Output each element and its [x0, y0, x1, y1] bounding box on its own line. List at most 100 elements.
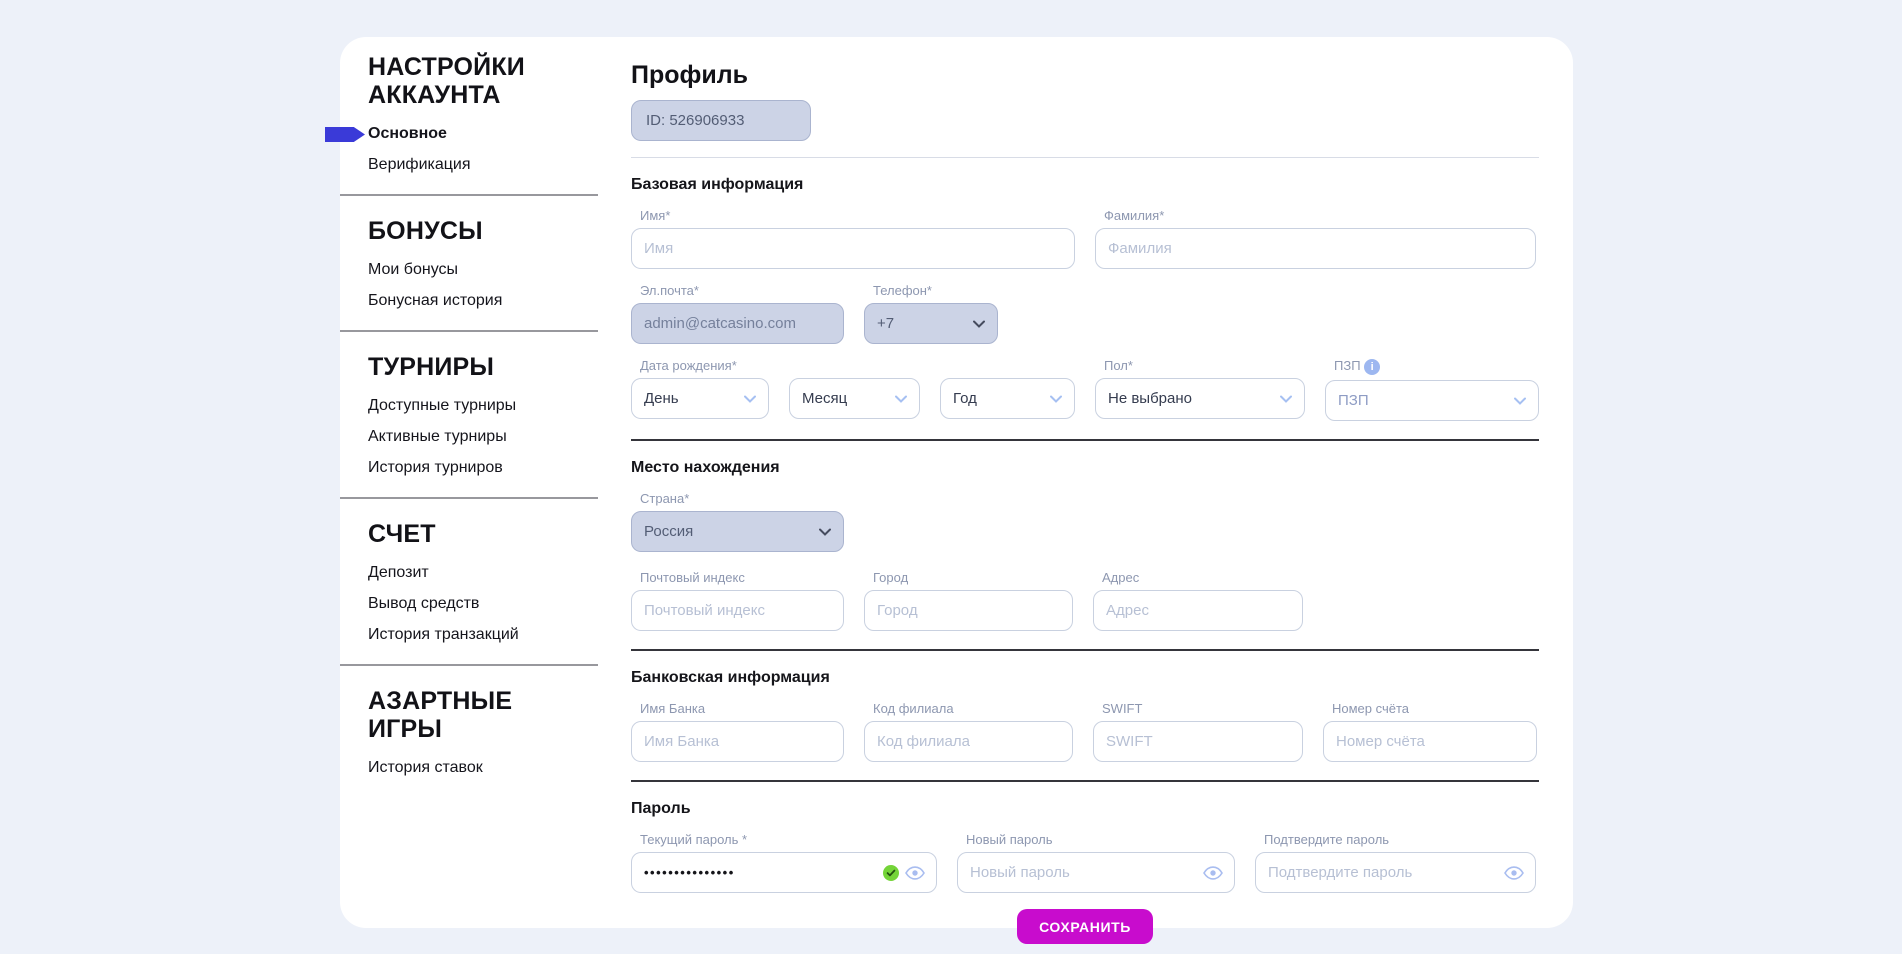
sidebar-section-title-gambling: АЗАРТНЫЕ ИГРЫ: [340, 687, 578, 743]
address-label: Адрес: [1102, 570, 1303, 585]
city-label: Город: [873, 570, 1073, 585]
sidebar-item-available-tournaments[interactable]: Доступные турниры: [368, 397, 631, 415]
sidebar-item-label: Активные турниры: [368, 428, 507, 445]
pep-select[interactable]: ПЗП: [1325, 380, 1539, 421]
pep-label: ПЗП i: [1334, 358, 1539, 375]
basic-info-heading: Базовая информация: [631, 176, 1539, 194]
sidebar-divider: [340, 194, 598, 196]
sidebar-item-tournament-history[interactable]: История турниров: [368, 459, 631, 477]
phone-code-select[interactable]: +7: [864, 303, 998, 344]
sidebar-item-label: Основное: [368, 125, 447, 142]
swift-label: SWIFT: [1102, 701, 1303, 716]
city-input[interactable]: [864, 590, 1073, 631]
bank-name-label: Имя Банка: [640, 701, 844, 716]
save-button[interactable]: СОХРАНИТЬ: [1017, 909, 1153, 944]
swift-input[interactable]: [1093, 721, 1303, 762]
day-select-value: День: [644, 390, 679, 407]
current-password-wrap: [631, 852, 937, 893]
year-select[interactable]: Год: [940, 378, 1075, 419]
active-item-arrow-icon: [325, 127, 365, 142]
day-select[interactable]: День: [631, 378, 769, 419]
sidebar-item-label: История транзакций: [368, 626, 519, 643]
sidebar-item-active-tournaments[interactable]: Активные турниры: [368, 428, 631, 446]
branch-code-input[interactable]: [864, 721, 1073, 762]
sidebar-item-transaction-history[interactable]: История транзакций: [368, 626, 631, 644]
sidebar-item-deposit[interactable]: Депозит: [368, 564, 631, 582]
first-name-input[interactable]: [631, 228, 1075, 269]
new-password-input[interactable]: [957, 852, 1235, 893]
last-name-input[interactable]: [1095, 228, 1536, 269]
sidebar-item-label: Доступные турниры: [368, 397, 516, 414]
sidebar-item-label: История ставок: [368, 759, 483, 776]
chevron-down-icon: [1514, 397, 1526, 405]
sidebar-item-withdrawal[interactable]: Вывод средств: [368, 595, 631, 613]
eye-icon[interactable]: [1203, 866, 1223, 880]
divider: [631, 157, 1539, 158]
chevron-down-icon: [744, 395, 756, 403]
gender-label: Пол*: [1104, 358, 1305, 373]
bank-name-input[interactable]: [631, 721, 844, 762]
postal-code-label: Почтовый индекс: [640, 570, 844, 585]
sidebar-divider: [340, 497, 598, 499]
sidebar-divider: [340, 664, 598, 666]
email-field: [631, 303, 844, 344]
confirm-password-input[interactable]: [1255, 852, 1536, 893]
address-input[interactable]: [1093, 590, 1303, 631]
chevron-down-icon: [819, 528, 831, 536]
account-number-input[interactable]: [1323, 721, 1537, 762]
sidebar: НАСТРОЙКИ АККАУНТА Основное Верификация …: [340, 37, 631, 928]
chevron-down-icon: [1050, 395, 1062, 403]
sidebar-item-label: История турниров: [368, 459, 503, 476]
sidebar-section-title-bonuses: БОНУСЫ: [340, 217, 578, 245]
postal-code-input[interactable]: [631, 590, 844, 631]
info-icon[interactable]: i: [1364, 359, 1380, 375]
sidebar-section-title-account-settings: НАСТРОЙКИ АККАУНТА: [340, 53, 578, 109]
chevron-down-icon: [1280, 395, 1292, 403]
first-name-label: Имя*: [640, 208, 1075, 223]
sidebar-item-label: Вывод средств: [368, 595, 479, 612]
month-select-value: Месяц: [802, 390, 847, 407]
gender-select-value: Не выбрано: [1108, 390, 1192, 407]
sidebar-item-bet-history[interactable]: История ставок: [368, 759, 631, 777]
profile-content: Профиль ID: 526906933 Базовая информация…: [631, 37, 1576, 928]
sidebar-item-main[interactable]: Основное: [368, 125, 631, 143]
sidebar-item-my-bonuses[interactable]: Мои бонусы: [368, 261, 631, 279]
account-settings-card: НАСТРОЙКИ АККАУНТА Основное Верификация …: [340, 37, 1573, 928]
birth-date-label: Дата рождения*: [640, 358, 769, 373]
month-label-spacer: [798, 358, 920, 373]
page-title: Профиль: [631, 61, 1539, 90]
pep-select-value: ПЗП: [1338, 392, 1369, 409]
new-password-label: Новый пароль: [966, 832, 1235, 847]
sidebar-item-label: Верификация: [368, 156, 471, 173]
year-select-value: Год: [953, 390, 977, 407]
country-select-value: Россия: [644, 523, 693, 540]
sidebar-section-title-account: СЧЕТ: [340, 520, 578, 548]
section-divider: [631, 649, 1539, 651]
valid-check-icon: [883, 865, 899, 881]
section-divider: [631, 439, 1539, 441]
confirm-password-wrap: [1255, 852, 1536, 893]
sidebar-section-title-tournaments: ТУРНИРЫ: [340, 353, 578, 381]
new-password-wrap: [957, 852, 1235, 893]
sidebar-divider: [340, 330, 598, 332]
bank-info-heading: Банковская информация: [631, 669, 1539, 687]
sidebar-item-label: Депозит: [368, 564, 429, 581]
phone-label: Телефон*: [873, 283, 998, 298]
country-select[interactable]: Россия: [631, 511, 844, 552]
eye-icon[interactable]: [905, 866, 925, 880]
month-select[interactable]: Месяц: [789, 378, 920, 419]
last-name-label: Фамилия*: [1104, 208, 1536, 223]
sidebar-item-bonus-history[interactable]: Бонусная история: [368, 292, 631, 310]
location-heading: Место нахождения: [631, 459, 1539, 477]
country-label: Страна*: [640, 491, 844, 506]
password-heading: Пароль: [631, 800, 1539, 818]
chevron-down-icon: [973, 320, 985, 328]
email-label: Эл.почта*: [640, 283, 844, 298]
eye-icon[interactable]: [1504, 866, 1524, 880]
sidebar-item-label: Мои бонусы: [368, 261, 458, 278]
section-divider: [631, 780, 1539, 782]
phone-code-value: +7: [877, 315, 894, 332]
sidebar-item-verification[interactable]: Верификация: [368, 156, 631, 174]
current-password-label: Текущий пароль *: [640, 832, 937, 847]
gender-select[interactable]: Не выбрано: [1095, 378, 1305, 419]
